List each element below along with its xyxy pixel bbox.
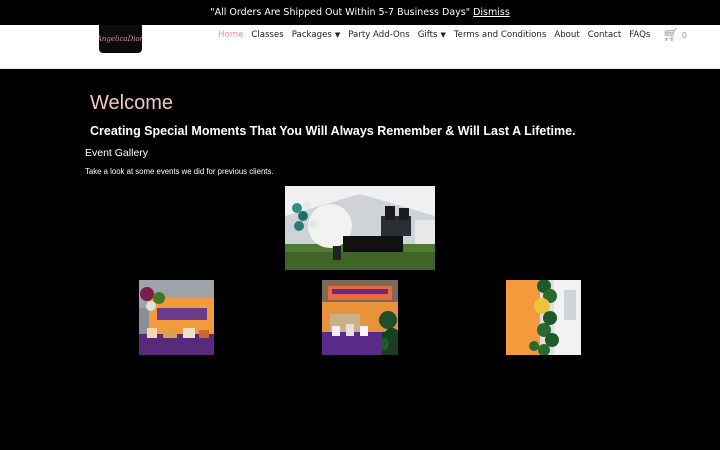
nav-item-classes[interactable]: Classes	[251, 30, 283, 40]
site-header: AngelicaDion Home Classes Packages ▼ Part…	[0, 25, 720, 69]
welcome-heading: Welcome	[90, 92, 173, 114]
gallery-photo-birthday-table[interactable]	[322, 280, 398, 355]
nav-item-terms[interactable]: Terms and Conditions	[454, 30, 546, 40]
cart-button[interactable]: 🛒︎ 0	[662, 28, 687, 43]
nav-item-contact[interactable]: Contact	[588, 30, 621, 40]
nav-item-faqs[interactable]: FAQs	[629, 30, 650, 40]
tagline: Creating Special Moments That You Will A…	[90, 124, 576, 138]
cart-count: 0	[681, 30, 687, 40]
gallery-subtitle: Take a look at some events we did for pr…	[85, 167, 274, 176]
main-nav: Home Classes Packages ▼ Party Add-Ons Gif…	[218, 25, 687, 45]
chevron-down-icon: ▼	[440, 31, 446, 39]
nav-label: Home	[218, 30, 244, 40]
announcement-text: "All Orders Are Shipped Out Within 5-7 B…	[210, 7, 471, 18]
nav-label: About	[554, 30, 580, 40]
dismiss-link[interactable]: Dismiss	[473, 7, 510, 18]
nav-label: Gifts	[417, 30, 438, 40]
logo-text: AngelicaDion	[99, 35, 142, 43]
nav-label: Contact	[587, 30, 622, 40]
nav-label: FAQs	[629, 30, 651, 40]
gallery-photo-balloon-column[interactable]	[506, 280, 581, 355]
nav-label: Terms and Conditions	[453, 30, 547, 40]
gallery-title: Event Gallery	[85, 147, 149, 159]
nav-item-packages[interactable]: Packages ▼	[292, 30, 341, 40]
cart-icon: 🛒︎	[662, 27, 679, 43]
gallery-photo-dessert-table[interactable]	[139, 280, 214, 355]
nav-item-home[interactable]: Home	[218, 30, 243, 40]
announcement-bar: "All Orders Are Shipped Out Within 5-7 B…	[0, 0, 720, 25]
nav-label: Party Add-Ons	[348, 30, 410, 40]
gallery-photo-tent-event[interactable]	[285, 186, 435, 270]
nav-item-about[interactable]: About	[554, 30, 579, 40]
nav-item-gifts[interactable]: Gifts ▼	[418, 30, 446, 40]
nav-item-party-add-ons[interactable]: Party Add-Ons	[348, 30, 409, 40]
site-logo[interactable]: AngelicaDion	[99, 25, 142, 53]
chevron-down-icon: ▼	[334, 31, 341, 39]
nav-label: Classes	[251, 30, 284, 40]
nav-label: Packages	[291, 30, 332, 40]
